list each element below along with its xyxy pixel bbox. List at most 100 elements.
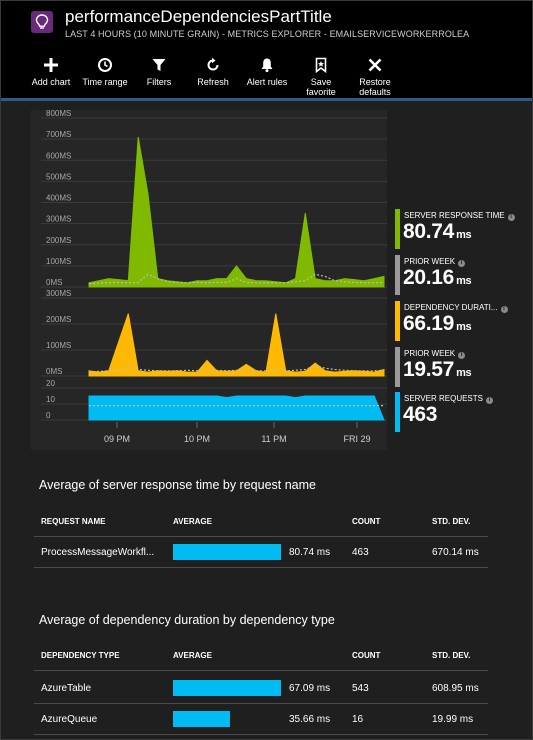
average-cell: 35.66 ms (289, 714, 331, 725)
filters-label: Filters (146, 77, 172, 87)
table-row[interactable]: AzureQueue 35.66 ms 16 19.99 ms (34, 704, 488, 735)
add-chart-label: Add chart (31, 77, 71, 87)
average-bar (173, 680, 281, 696)
save-favorite-label: Save favorite (306, 77, 336, 97)
count-cell: 543 (352, 683, 369, 694)
restore-defaults-button[interactable]: Restore defaults (349, 55, 401, 101)
legend-name: SERVER RESPONSE TIME (404, 211, 505, 220)
average-bar (173, 711, 230, 727)
dependency-table-title: Average of dependency duration by depend… (39, 613, 335, 627)
legend-unit: ms (456, 367, 472, 379)
legend-color-bar (395, 392, 400, 432)
bookmark-icon (315, 57, 327, 73)
std-dev-cell: 608.95 ms (432, 683, 479, 694)
y-tick-label: 0MS (46, 367, 62, 376)
add-chart-button[interactable]: Add chart (25, 55, 77, 101)
funnel-icon (152, 59, 166, 71)
command-toolbar: Add chart Time range Filters Refresh Ale… (1, 49, 532, 101)
legend-color-bar (395, 347, 400, 387)
y-tick-label: 100MS (46, 341, 71, 350)
alert-rules-button[interactable]: Alert rules (241, 55, 293, 101)
dependency-table-header: DEPENDENCY TYPE AVERAGE COUNT STD. DEV. (34, 641, 488, 671)
x-tick-label: FRI 29 (343, 434, 370, 444)
info-icon[interactable]: i (507, 214, 515, 221)
legend-name: PRIOR WEEK (404, 349, 456, 358)
legend-color-bar (395, 209, 400, 249)
average-cell: 67.09 ms (289, 683, 331, 694)
table-row[interactable]: ProcessMessageWorkfl... 80.74 ms 463 670… (34, 537, 488, 568)
legend-color-bar (395, 301, 400, 341)
column-header[interactable]: COUNT (352, 651, 380, 660)
legend-unit: ms (456, 229, 472, 241)
average-cell: 80.74 ms (289, 547, 331, 558)
refresh-icon (207, 57, 219, 71)
legend-dependency-prior-week[interactable]: PRIOR WEEK i 19.57 ms (395, 347, 515, 387)
time-range-label: Time range (82, 77, 128, 87)
dependency-type-cell: AzureQueue (41, 714, 98, 725)
refresh-label: Refresh (197, 77, 229, 87)
legend-server-requests[interactable]: SERVER REQUESTS i 463 (395, 392, 515, 432)
request-name-cell: ProcessMessageWorkfl... (41, 547, 155, 558)
table-row[interactable]: AzureTable 67.09 ms 543 608.95 ms (34, 673, 488, 704)
legend-server-prior-week[interactable]: PRIOR WEEK i 20.16 ms (395, 255, 515, 295)
legend-unit: ms (456, 321, 472, 333)
y-tick-label: 0 (46, 411, 51, 420)
bell-icon (261, 58, 273, 73)
legend-server-response-time[interactable]: SERVER RESPONSE TIME i 80.74 ms (395, 209, 515, 249)
y-tick-label: 600MS (46, 151, 71, 160)
request-table-header: REQUEST NAME AVERAGE COUNT STD. DEV. (34, 507, 488, 537)
legend-name: DEPENDENCY DURATI... (404, 303, 498, 312)
std-dev-cell: 19.99 ms (432, 714, 474, 725)
x-tick-label: 10 PM (184, 434, 210, 444)
save-favorite-button[interactable]: Save favorite (295, 55, 347, 101)
restore-defaults-label: Restore defaults (359, 77, 391, 97)
y-tick-label: 700MS (46, 130, 71, 139)
column-header[interactable]: AVERAGE (173, 517, 212, 526)
y-tick-label: 10 (46, 395, 55, 404)
clock-icon (98, 58, 112, 72)
y-tick-label: 0MS (46, 278, 62, 287)
column-header[interactable]: DEPENDENCY TYPE (41, 651, 120, 660)
y-tick-label: 800MS (46, 109, 71, 118)
info-icon[interactable]: i (485, 397, 493, 404)
legend-value: 80.74 (403, 220, 455, 243)
count-cell: 16 (352, 714, 364, 725)
y-tick-label: 100MS (46, 257, 71, 266)
y-tick-label: 300MS (46, 289, 71, 298)
average-bar (173, 544, 281, 560)
column-header[interactable]: AVERAGE (173, 651, 212, 660)
y-tick-label: 200MS (46, 236, 71, 245)
page-title: performanceDependenciesPartTitle (65, 7, 332, 26)
legend-color-bar (395, 255, 400, 295)
legend-unit: ms (456, 275, 472, 287)
y-tick-label: 400MS (46, 194, 71, 203)
legend-name: SERVER REQUESTS (404, 394, 483, 403)
legend-value: 66.19 (403, 312, 455, 335)
info-icon[interactable]: i (500, 306, 508, 313)
column-header[interactable]: COUNT (352, 517, 380, 526)
legend-value: 19.57 (403, 358, 455, 381)
column-header[interactable]: STD. DEV. (432, 651, 470, 660)
filters-button[interactable]: Filters (133, 55, 185, 101)
y-tick-label: 200MS (46, 315, 71, 324)
refresh-button[interactable]: Refresh (187, 55, 239, 101)
legend-value: 20.16 (403, 266, 455, 289)
time-range-button[interactable]: Time range (79, 55, 131, 101)
legend-name: PRIOR WEEK (404, 257, 456, 266)
count-cell: 463 (352, 547, 369, 558)
std-dev-cell: 670.14 ms (432, 547, 479, 558)
server-requests-area (88, 395, 385, 421)
dependency-type-cell: AzureTable (41, 683, 92, 694)
y-tick-label: 300MS (46, 215, 71, 224)
request-table-title: Average of server response time by reque… (39, 478, 316, 492)
blade-header: performanceDependenciesPartTitle LAST 4 … (1, 1, 532, 49)
metrics-blade: performanceDependenciesPartTitle LAST 4 … (0, 0, 533, 740)
x-tick-label: 11 PM (261, 434, 286, 444)
metrics-chart-panel[interactable]: 800MS 700MS 600MS 500MS 400MS 300MS 200MS 100MS… (1, 104, 532, 459)
column-header[interactable]: REQUEST NAME (41, 517, 105, 526)
column-header[interactable]: STD. DEV. (432, 517, 470, 526)
page-subtitle: LAST 4 HOURS (10 MINUTE GRAIN) - METRICS… (65, 29, 470, 39)
legend-dependency-duration[interactable]: DEPENDENCY DURATI... i 66.19 ms (395, 301, 515, 341)
legend-value: 463 (403, 403, 438, 426)
plus-icon (44, 58, 58, 72)
